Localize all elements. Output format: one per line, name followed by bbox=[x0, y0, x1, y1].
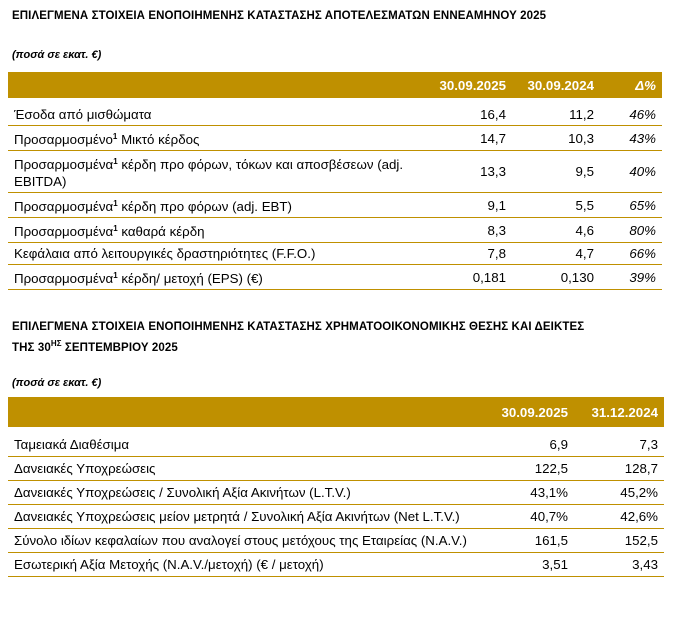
income-row-label: Προσαρμοσμένα1 κέρδη προ φόρων, τόκων κα… bbox=[8, 151, 426, 193]
row-label-text-cont: Μικτό κέρδος bbox=[117, 132, 200, 147]
row-label-text: Προσαρμοσμένο bbox=[14, 132, 113, 147]
income-row: Προσαρμοσμένα1 κέρδη/ μετοχή (EPS) (€) 0,… bbox=[8, 265, 662, 290]
balance-row-label: Δανειακές Υποχρεώσεις / Συνολική Αξία Ακ… bbox=[14, 485, 351, 500]
balance-row: Σύνολο ιδίων κεφαλαίων που αναλογεί στου… bbox=[8, 529, 664, 553]
balance-header-2025: 30.09.2025 bbox=[474, 397, 574, 427]
value-2025: 3,51 bbox=[542, 557, 568, 572]
change-percent: 46% bbox=[629, 107, 656, 122]
value-2024: 45,2% bbox=[620, 485, 658, 500]
change-percent: 66% bbox=[629, 246, 656, 261]
row-label-text: Προσαρμοσμένα bbox=[14, 157, 114, 172]
balance-title-post: ΣΕΠΤΕΜΒΡΙΟΥ 2025 bbox=[61, 342, 178, 354]
balance-sheet-title-line2: ΤΗΣ 30ΗΣ ΣΕΠΤΕΜΒΡΙΟΥ 2025 bbox=[12, 339, 178, 354]
income-header-2024: 30.09.2024 bbox=[512, 72, 600, 98]
balance-row: Δανειακές Υποχρεώσεις 122,5 128,7 bbox=[8, 457, 664, 481]
value-2025: 16,4 bbox=[480, 107, 506, 122]
income-statement-title: ΕΠΙΛΕΓΜΕΝΑ ΣΤΟΙΧΕΙΑ ΕΝΟΠΟΙΗΜΕΝΗΣ ΚΑΤΑΣΤΑ… bbox=[12, 10, 547, 22]
row-label-text: Προσαρμοσμένα bbox=[14, 271, 114, 286]
value-2024: 5,5 bbox=[575, 197, 595, 213]
income-row-label: Κεφάλαια από λειτουργικές δραστηριότητες… bbox=[8, 243, 426, 265]
balance-row: Ταμειακά Διαθέσιμα 6,9 7,3 bbox=[8, 433, 664, 457]
value-2024: 42,6% bbox=[620, 509, 658, 524]
value-2024: 3,43 bbox=[632, 557, 658, 572]
row-label-text: Προσαρμοσμένα bbox=[14, 224, 114, 239]
row-label-text: Έσοδα από μισθώματα bbox=[14, 107, 152, 122]
balance-row-label: Σύνολο ιδίων κεφαλαίων που αναλογεί στου… bbox=[14, 533, 467, 548]
balance-title-pre: ΤΗΣ 30 bbox=[12, 342, 51, 354]
balance-table: 30.09.2025 31.12.2024 Ταμειακά Διαθέσιμα… bbox=[8, 397, 664, 577]
balance-unit-note: (ποσά σε εκατ. €) bbox=[12, 377, 102, 389]
balance-row-label: Δανειακές Υποχρεώσεις bbox=[14, 461, 156, 476]
balance-row: Εσωτερική Αξία Μετοχής (N.A.V./μετοχή) (… bbox=[8, 553, 664, 577]
balance-row-label: Ταμειακά Διαθέσιμα bbox=[14, 437, 130, 452]
income-header-2025: 30.09.2025 bbox=[426, 72, 512, 98]
balance-sheet-title-line1: ΕΠΙΛΕΓΜΕΝΑ ΣΤΟΙΧΕΙΑ ΕΝΟΠΟΙΗΜΕΝΗΣ ΚΑΤΑΣΤΑ… bbox=[12, 321, 585, 333]
value-2024: 4,7 bbox=[575, 246, 595, 261]
value-2024: 7,3 bbox=[639, 437, 659, 452]
balance-row: Δανειακές Υποχρεώσεις μείον μετρητά / Συ… bbox=[8, 505, 664, 529]
income-row: Προσαρμοσμένα1 κέρδη προ φόρων, τόκων κα… bbox=[8, 151, 662, 193]
balance-header-label bbox=[8, 397, 474, 427]
value-2024: 10,3 bbox=[568, 130, 594, 146]
value-2025: 0,181 bbox=[472, 269, 506, 285]
change-percent: 80% bbox=[629, 222, 656, 238]
value-2024: 4,6 bbox=[575, 222, 595, 238]
change-percent: 40% bbox=[629, 164, 656, 179]
value-2025: 9,1 bbox=[487, 197, 507, 213]
row-label-text: Κεφάλαια από λειτουργικές δραστηριότητες… bbox=[14, 246, 316, 261]
value-2025: 6,9 bbox=[549, 437, 569, 452]
value-2025: 14,7 bbox=[480, 130, 506, 146]
row-label-text-cont: κέρδη προ φόρων (adj. EBT) bbox=[117, 199, 292, 214]
balance-row-label: Εσωτερική Αξία Μετοχής (N.A.V./μετοχή) (… bbox=[14, 557, 324, 572]
income-row: Έσοδα από μισθώματα 16,4 11,2 46% bbox=[8, 104, 662, 126]
income-unit-note: (ποσά σε εκατ. €) bbox=[12, 49, 102, 61]
income-row: Προσαρμοσμένα1 κέρδη προ φόρων (adj. EBT… bbox=[8, 193, 662, 218]
value-2025: 40,7% bbox=[530, 509, 568, 524]
income-row-label: Προσαρμοσμένα1 κέρδη προ φόρων (adj. EBT… bbox=[8, 193, 426, 218]
value-2025: 8,3 bbox=[487, 222, 507, 238]
income-row: Κεφάλαια από λειτουργικές δραστηριότητες… bbox=[8, 243, 662, 265]
balance-title-sup: ΗΣ bbox=[50, 339, 62, 348]
income-row-label: Έσοδα από μισθώματα bbox=[8, 104, 426, 126]
value-2025: 7,8 bbox=[487, 246, 507, 261]
income-row: Προσαρμοσμένο1 Μικτό κέρδος 14,7 10,3 43% bbox=[8, 126, 662, 151]
balance-header-2024: 31.12.2024 bbox=[574, 397, 664, 427]
income-row-label: Προσαρμοσμένα1 κέρδη/ μετοχή (EPS) (€) bbox=[8, 265, 426, 290]
row-label-text-cont: καθαρά κέρδη bbox=[117, 224, 205, 239]
value-2024: 11,2 bbox=[569, 107, 594, 122]
value-2024: 9,5 bbox=[575, 164, 595, 179]
value-2024: 152,5 bbox=[624, 533, 658, 548]
value-2024: 0,130 bbox=[560, 269, 594, 285]
income-header-label bbox=[8, 72, 426, 98]
balance-header-row: 30.09.2025 31.12.2024 bbox=[8, 397, 664, 427]
balance-row-label: Δανειακές Υποχρεώσεις μείον μετρητά / Συ… bbox=[14, 509, 460, 524]
change-percent: 39% bbox=[629, 269, 656, 285]
income-row-label: Προσαρμοσμένο1 Μικτό κέρδος bbox=[8, 126, 426, 151]
value-2025: 122,5 bbox=[534, 461, 568, 476]
balance-row: Δανειακές Υποχρεώσεις / Συνολική Αξία Ακ… bbox=[8, 481, 664, 505]
income-row-label: Προσαρμοσμένα1 καθαρά κέρδη bbox=[8, 218, 426, 243]
value-2025: 43,1% bbox=[530, 485, 568, 500]
income-table: 30.09.2025 30.09.2024 Δ% Έσοδα από μισθώ… bbox=[8, 72, 662, 290]
change-percent: 65% bbox=[629, 197, 656, 213]
value-2025: 161,5 bbox=[534, 533, 568, 548]
value-2024: 128,7 bbox=[624, 461, 658, 476]
row-label-text-cont: κέρδη/ μετοχή (EPS) (€) bbox=[117, 271, 263, 286]
income-header-row: 30.09.2025 30.09.2024 Δ% bbox=[8, 72, 662, 98]
income-row: Προσαρμοσμένα1 καθαρά κέρδη 8,3 4,6 80% bbox=[8, 218, 662, 243]
value-2025: 13,3 bbox=[480, 164, 506, 179]
income-header-change: Δ% bbox=[600, 72, 662, 98]
row-label-text: Προσαρμοσμένα bbox=[14, 199, 114, 214]
change-percent: 43% bbox=[629, 130, 656, 146]
